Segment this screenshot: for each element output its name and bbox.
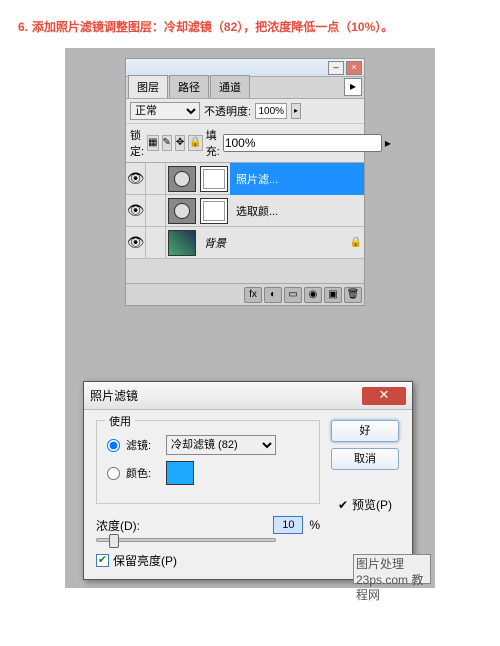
minimize-icon[interactable]: – xyxy=(328,61,344,75)
lock-indicator-icon: 🔒 xyxy=(348,237,364,248)
adjustment-icon[interactable]: ◉ xyxy=(304,287,322,303)
visibility-icon[interactable]: 👁 xyxy=(126,195,146,227)
layer-name[interactable]: 照片滤... xyxy=(230,163,364,195)
lock-all-icon[interactable]: 🔒 xyxy=(188,135,202,151)
lock-transparency-icon[interactable]: ▦ xyxy=(147,135,158,151)
density-slider-wrap xyxy=(96,538,320,542)
preview-checkbox[interactable]: ✔ xyxy=(338,498,348,512)
fill-label: 填充: xyxy=(206,127,220,159)
density-slider[interactable] xyxy=(96,538,276,542)
new-layer-icon[interactable]: ▣ xyxy=(324,287,342,303)
tab-channels[interactable]: 通道 xyxy=(210,75,250,98)
filter-select[interactable]: 冷却滤镜 (82) xyxy=(166,435,276,455)
lock-label: 锁定: xyxy=(130,127,144,159)
lock-row: 锁定: ▦ ✎ ✥ 🔒 填充: ▸ xyxy=(126,124,364,163)
link-column[interactable] xyxy=(146,163,166,195)
opacity-arrow-icon[interactable]: ▸ xyxy=(291,103,301,119)
use-fieldset: 使用 滤镜: 冷却滤镜 (82) 颜色: xyxy=(96,420,320,504)
filter-radio-label: 滤镜: xyxy=(126,437,160,453)
layer-row[interactable]: 👁 背景 🔒 xyxy=(126,227,364,259)
layer-row[interactable]: 👁 照片滤... xyxy=(126,163,364,195)
watermark: 图片处理 23ps.com 教程网 xyxy=(353,554,431,584)
fx-icon[interactable]: fx xyxy=(244,287,262,303)
slider-handle[interactable] xyxy=(109,534,119,548)
preserve-label: 保留亮度(P) xyxy=(113,552,177,569)
tab-paths[interactable]: 路径 xyxy=(169,75,209,98)
dialog-title: 照片滤镜 xyxy=(90,387,138,404)
lock-pixels-icon[interactable]: ✎ xyxy=(162,135,172,151)
layers-list: 👁 照片滤... 👁 选取颜... 👁 背景 🔒 xyxy=(126,163,364,283)
layer-row[interactable]: 👁 选取颜... xyxy=(126,195,364,227)
dialog-right: 好 取消 ✔ 预览(P) xyxy=(330,420,400,569)
panel-menu-icon[interactable]: ▸ xyxy=(344,78,362,96)
blend-mode-select[interactable]: 正常 xyxy=(130,102,200,120)
filter-radio[interactable] xyxy=(107,439,120,452)
color-radio-row: 颜色: xyxy=(107,461,309,485)
watermark-line1: 图片处理 xyxy=(356,557,428,573)
dialog-titlebar[interactable]: 照片滤镜 ✕ xyxy=(84,382,412,410)
layers-panel: – × 图层 路径 通道 ▸ 正常 不透明度: ▸ 锁定: ▦ ✎ ✥ 🔒 填充… xyxy=(125,58,365,306)
panel-footer: fx ◐ ▭ ◉ ▣ 🗑 xyxy=(126,283,364,305)
cancel-button[interactable]: 取消 xyxy=(331,448,399,470)
filter-radio-row: 滤镜: 冷却滤镜 (82) xyxy=(107,435,309,455)
use-legend: 使用 xyxy=(105,413,135,429)
screenshot-area: – × 图层 路径 通道 ▸ 正常 不透明度: ▸ 锁定: ▦ ✎ ✥ 🔒 填充… xyxy=(65,48,435,588)
opacity-input[interactable] xyxy=(255,103,287,119)
step-number: 6. xyxy=(18,20,28,34)
blend-row: 正常 不透明度: ▸ xyxy=(126,99,364,124)
panel-tabs: 图层 路径 通道 ▸ xyxy=(126,77,364,99)
visibility-icon[interactable]: 👁 xyxy=(126,227,146,259)
instruction-text: 6. 添加照片滤镜调整图层：冷却滤镜（82），把浓度降低一点（10%）。 xyxy=(0,0,500,48)
layer-name[interactable]: 选取颜... xyxy=(230,195,364,227)
adjustment-thumb-icon[interactable] xyxy=(168,166,196,192)
adjustment-thumb-icon[interactable] xyxy=(168,198,196,224)
preserve-row: ✔ 保留亮度(P) xyxy=(96,552,320,569)
mask-thumb-icon[interactable] xyxy=(200,198,228,224)
folder-icon[interactable]: ▭ xyxy=(284,287,302,303)
color-swatch[interactable] xyxy=(166,461,194,485)
dialog-close-icon[interactable]: ✕ xyxy=(362,387,406,405)
preserve-checkbox[interactable]: ✔ xyxy=(96,554,109,567)
photo-filter-dialog: 照片滤镜 ✕ 使用 滤镜: 冷却滤镜 (82) 颜色: xyxy=(83,381,413,580)
density-unit: % xyxy=(309,518,320,532)
fill-arrow-icon[interactable]: ▸ xyxy=(385,136,391,150)
bg-thumb-icon[interactable] xyxy=(168,230,196,256)
layer-name[interactable]: 背景 xyxy=(198,227,348,259)
close-icon[interactable]: × xyxy=(346,61,362,75)
step-body: 添加照片滤镜调整图层：冷却滤镜（82），把浓度降低一点（10%）。 xyxy=(32,20,393,34)
watermark-line2: 23ps.com 教程网 xyxy=(356,573,428,604)
link-column[interactable] xyxy=(146,195,166,227)
color-radio[interactable] xyxy=(107,467,120,480)
mask-thumb-icon[interactable] xyxy=(200,166,228,192)
density-input[interactable] xyxy=(273,516,303,534)
opacity-label: 不透明度: xyxy=(204,103,251,119)
tab-layers[interactable]: 图层 xyxy=(128,75,168,98)
density-label: 浓度(D): xyxy=(96,517,140,534)
fill-input[interactable] xyxy=(223,134,382,152)
preview-label: 预览(P) xyxy=(352,496,392,513)
preview-row: ✔ 预览(P) xyxy=(338,496,392,513)
trash-icon[interactable]: 🗑 xyxy=(344,287,362,303)
lock-position-icon[interactable]: ✥ xyxy=(175,135,185,151)
visibility-icon[interactable]: 👁 xyxy=(126,163,146,195)
dialog-left: 使用 滤镜: 冷却滤镜 (82) 颜色: 浓度(D): xyxy=(96,420,320,569)
mask-icon[interactable]: ◐ xyxy=(264,287,282,303)
ok-button[interactable]: 好 xyxy=(331,420,399,442)
link-column[interactable] xyxy=(146,227,166,259)
color-radio-label: 颜色: xyxy=(126,465,160,481)
density-row: 浓度(D): % xyxy=(96,516,320,534)
